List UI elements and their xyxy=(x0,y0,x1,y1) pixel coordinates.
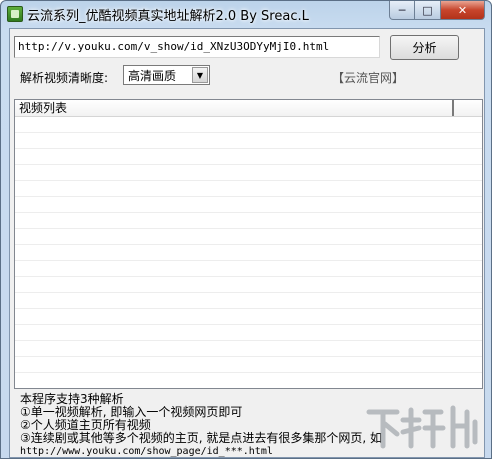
minimize-icon: ─ xyxy=(398,3,406,17)
list-item xyxy=(15,245,482,261)
chevron-down-icon[interactable]: ▼ xyxy=(192,67,208,83)
quality-label: 解析视频清晰度: xyxy=(20,71,109,85)
official-site-link[interactable]: 【云流官网】 xyxy=(332,69,404,86)
list-item xyxy=(15,293,482,309)
app-icon xyxy=(7,6,23,22)
list-item xyxy=(15,341,482,357)
analyze-button[interactable]: 分析 xyxy=(390,35,459,60)
maximize-button[interactable]: □ xyxy=(415,1,441,20)
list-item xyxy=(15,165,482,181)
close-button[interactable]: ✕ xyxy=(441,1,485,20)
help-line-3: ③连续剧或其他等多个视频的主页, 就是点进去有很多集那个网页, 如 xyxy=(20,431,383,445)
window-controls: ─ □ ✕ xyxy=(389,1,485,20)
list-item xyxy=(15,229,482,245)
list-item xyxy=(15,213,482,229)
analyze-button-label: 分析 xyxy=(412,41,437,55)
maximize-icon: □ xyxy=(422,3,433,17)
list-item xyxy=(15,181,482,197)
close-icon: ✕ xyxy=(457,3,468,17)
help-text: 本程序支持3种解析 ①单一视频解析, 即输入一个视频网页即可 ②个人频道主页所有… xyxy=(20,393,382,458)
list-item xyxy=(15,309,482,325)
list-header: 视频列表 xyxy=(15,100,482,117)
list-rows xyxy=(15,117,482,373)
list-item xyxy=(15,325,482,341)
url-input[interactable]: http://v.youku.com/v_show/id_XNzU3ODYyMj… xyxy=(14,36,380,58)
list-item xyxy=(15,133,482,149)
list-item xyxy=(15,149,482,165)
help-example-url: http://www.youku.com/show_page/id_***.ht… xyxy=(20,446,273,457)
list-item xyxy=(15,261,482,277)
list-item xyxy=(15,197,482,213)
minimize-button[interactable]: ─ xyxy=(389,1,415,20)
list-item xyxy=(15,357,482,373)
list-item xyxy=(15,277,482,293)
video-list[interactable]: 视频列表 xyxy=(14,99,483,389)
window-title: 云流系列_优酷视频真实地址解析2.0 By Sreac.L xyxy=(27,9,309,24)
app-window: 云流系列_优酷视频真实地址解析2.0 By Sreac.L ─ □ ✕ http… xyxy=(0,0,492,459)
list-item xyxy=(15,117,482,133)
column-header-video-list[interactable]: 视频列表 xyxy=(15,100,454,116)
watermark-logo xyxy=(366,405,478,449)
quality-select-value: 高清画质 xyxy=(128,68,177,83)
quality-select[interactable]: 高清画质 ▼ xyxy=(123,65,210,85)
title-bar[interactable]: 云流系列_优酷视频真实地址解析2.0 By Sreac.L ─ □ ✕ xyxy=(1,1,491,27)
client-area: http://v.youku.com/v_show/id_XNzU3ODYyMj… xyxy=(9,28,485,458)
